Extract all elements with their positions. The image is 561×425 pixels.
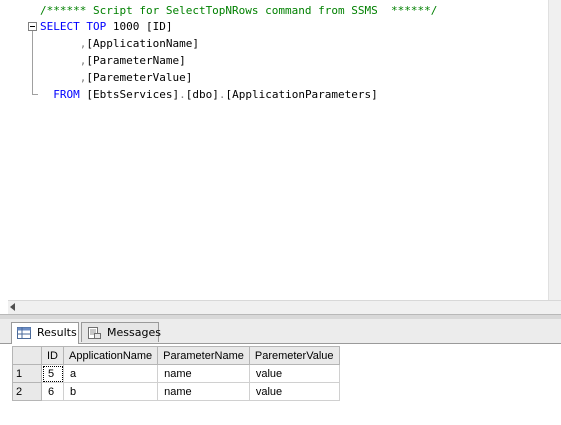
- results-grid[interactable]: ID ApplicationName ParameterName Paremet…: [12, 346, 340, 401]
- grid-cell[interactable]: value: [248, 382, 340, 401]
- code-token: [dbo]: [185, 88, 219, 101]
- tab-messages[interactable]: Messages: [81, 322, 161, 342]
- grid-icon: [17, 327, 31, 339]
- code-line: ,[ParameterName]: [40, 52, 186, 69]
- fold-guide-line: [32, 31, 33, 94]
- tab-messages-label: Messages: [107, 326, 161, 339]
- code-token: [ParemeterValue]: [86, 71, 193, 84]
- code-line: SELECT TOP 1000 [ID]: [40, 18, 172, 35]
- row-number[interactable]: 2: [12, 382, 42, 401]
- code-token: .: [179, 88, 186, 101]
- grid-cell[interactable]: name: [157, 364, 250, 383]
- code-token: /****** Script for SelectTopNRows comman…: [40, 4, 438, 17]
- code-token: SELECT: [40, 20, 80, 33]
- table-row: 2 6 b name value: [12, 382, 340, 401]
- tab-results-label: Results: [37, 326, 77, 339]
- code-token: TOP: [86, 20, 107, 33]
- column-header-parametername[interactable]: ParameterName: [157, 346, 250, 365]
- results-tabbar: Results Messages: [0, 319, 561, 344]
- horizontal-scrollbar[interactable]: [8, 300, 561, 314]
- code-token: [EbtsServices]: [79, 88, 180, 101]
- code-line: ,[ApplicationName]: [40, 35, 199, 52]
- grid-cell[interactable]: value: [248, 364, 340, 383]
- code-token: [ApplicationName]: [86, 37, 199, 50]
- grid-header-row: ID ApplicationName ParameterName Paremet…: [12, 346, 340, 365]
- grid-cell[interactable]: a: [62, 364, 159, 383]
- grid-cell[interactable]: name: [157, 382, 250, 401]
- column-header-id[interactable]: ID: [41, 346, 64, 365]
- code-token: [ApplicationParameters]: [225, 88, 378, 101]
- code-line: ,[ParemeterValue]: [40, 69, 193, 86]
- vertical-scrollbar[interactable]: [548, 0, 561, 300]
- grid-corner-cell[interactable]: [12, 346, 42, 365]
- code-line: FROM [EbtsServices].[dbo].[ApplicationPa…: [40, 86, 378, 103]
- code-line: /****** Script for SelectTopNRows comman…: [40, 2, 437, 19]
- scroll-left-arrow-icon[interactable]: [10, 303, 15, 311]
- code-token: 1000 [ID]: [106, 20, 173, 33]
- results-grid-area: ID ApplicationName ParameterName Paremet…: [0, 344, 561, 425]
- grid-cell[interactable]: 5: [41, 364, 64, 383]
- table-row: 1 5 a name value: [12, 364, 340, 383]
- row-number[interactable]: 1: [12, 364, 42, 383]
- code-token: FROM: [53, 88, 80, 101]
- sql-editor[interactable]: /****** Script for SelectTopNRows comman…: [0, 0, 561, 302]
- code-token: [ParameterName]: [86, 54, 186, 67]
- messages-icon: [88, 327, 101, 339]
- column-header-paremetervalue[interactable]: ParemeterValue: [248, 346, 340, 365]
- fold-guide-end: [32, 94, 38, 95]
- grid-cell[interactable]: 6: [41, 382, 64, 401]
- grid-cell[interactable]: b: [62, 382, 159, 401]
- column-header-applicationname[interactable]: ApplicationName: [62, 346, 159, 365]
- collapse-toggle-icon[interactable]: [28, 22, 37, 31]
- tab-results[interactable]: Results: [11, 322, 79, 344]
